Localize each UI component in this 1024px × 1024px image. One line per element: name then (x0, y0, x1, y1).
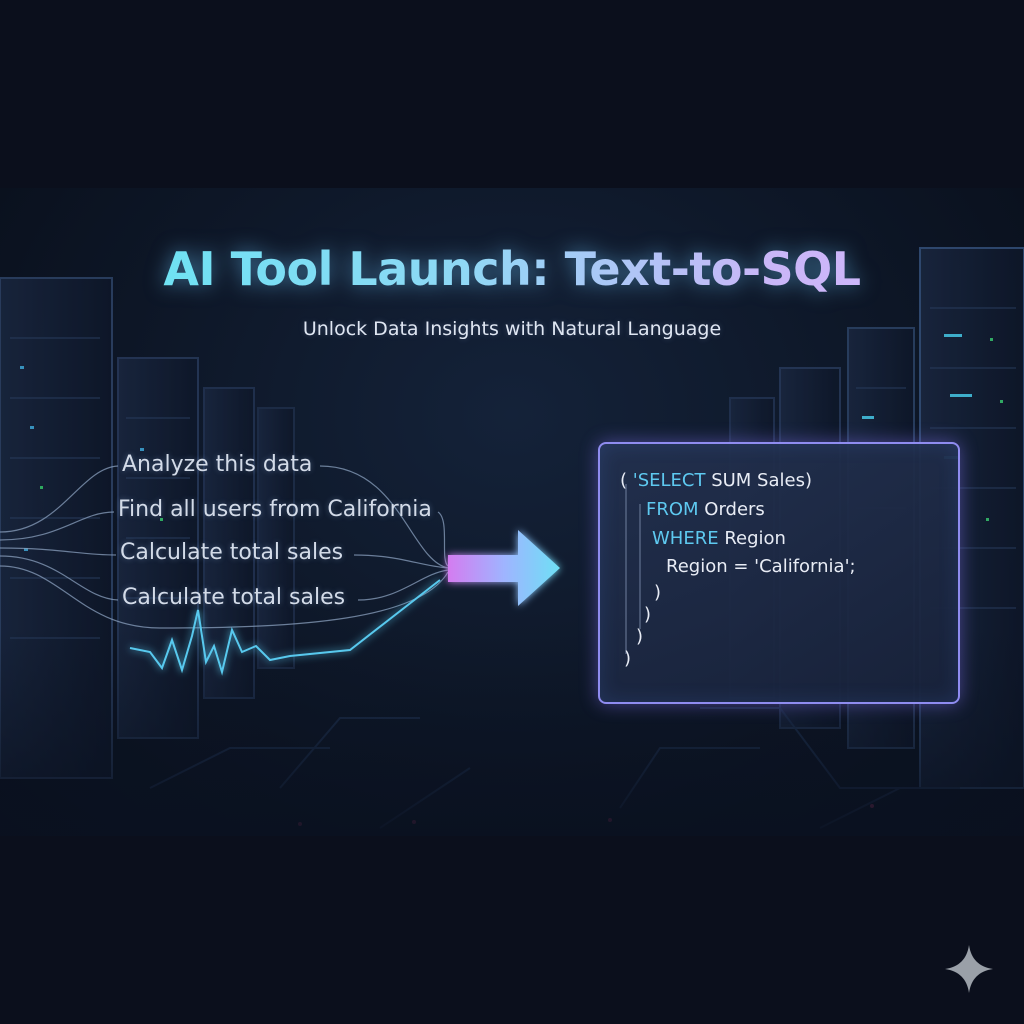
code-line-from: FROM Orders (646, 499, 765, 520)
code-line-select: ( 'SELECT SUM Sales) (620, 470, 812, 491)
code-close-paren: ) (636, 626, 644, 647)
prompt-text: Calculate total sales (122, 585, 346, 610)
prompt-text: Find all users from California (118, 497, 432, 522)
code-line-where: WHERE Region (652, 528, 786, 549)
code-close-paren: ) (644, 604, 652, 625)
code-close-paren: ) (654, 582, 662, 603)
code-close-paren: ) (624, 648, 632, 669)
launch-graphic: AI Tool Launch: Text-to-SQL Unlock Data … (0, 0, 1024, 1024)
prompt-text: Analyze this data (122, 452, 313, 477)
sql-code-panel: ( 'SELECT SUM Sales) FROM Orders WHERE R… (598, 442, 960, 704)
prompt-text: Calculate total sales (120, 540, 344, 565)
code-line-condition: Region = 'California'; (666, 556, 856, 577)
sparkle-icon (945, 945, 993, 993)
arrow-right-icon (448, 530, 560, 606)
